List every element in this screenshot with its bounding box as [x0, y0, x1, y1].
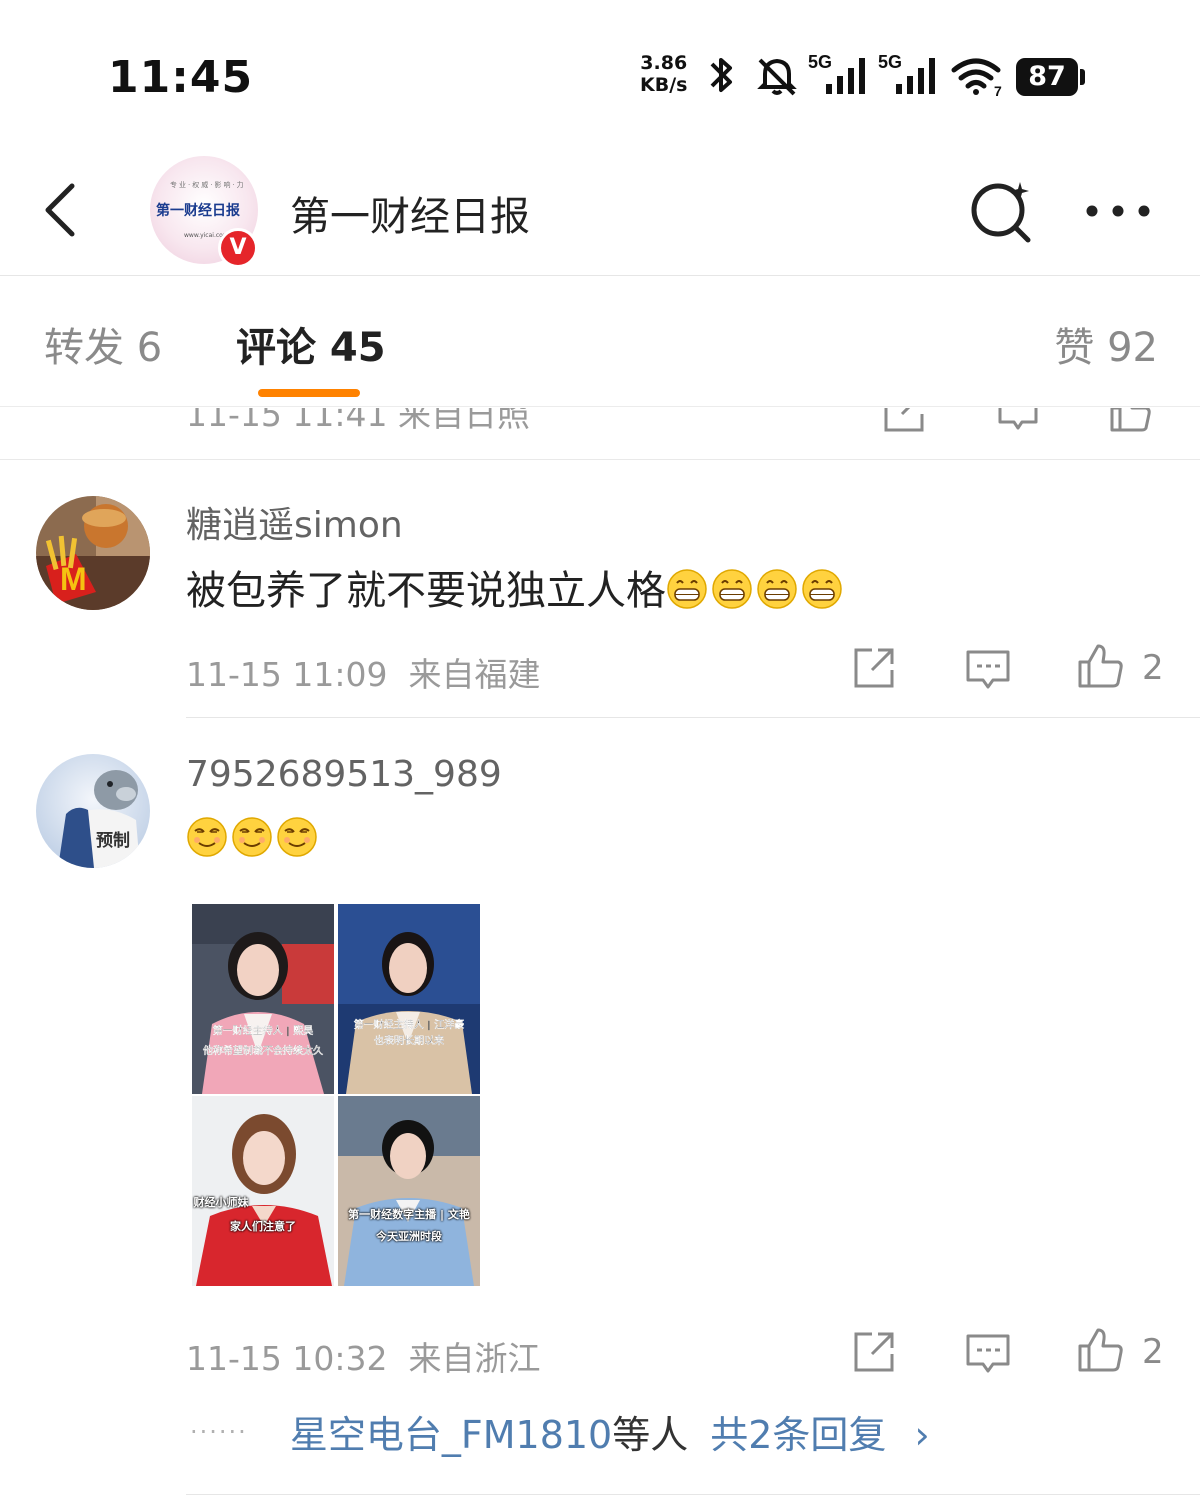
- image-caption-sub: 今天亚洲时段: [376, 1230, 442, 1243]
- image-caption-title: 第一财经主持人 | 江洋豪: [353, 1020, 465, 1031]
- comment-icon[interactable]: [964, 644, 1012, 692]
- share-icon[interactable]: [882, 408, 926, 434]
- status-bar: 11:45 3.86 KB/s 5G 5G 7 87: [0, 0, 1200, 140]
- wifi-sub-label: 7: [994, 83, 1002, 99]
- image-caption-sub: 也表明长期以来: [374, 1036, 444, 1047]
- comment-meta: 11-15 10:32 来自浙江: [186, 1332, 540, 1380]
- image-cell: 财经小师妹 家人们注意了: [192, 1096, 334, 1286]
- comment-text: 被包养了就不要说独立人格: [186, 558, 846, 616]
- battery-tip: [1080, 69, 1085, 85]
- chevron-right-icon[interactable]: ›: [915, 1413, 930, 1457]
- smirk-emoji-icon: [187, 817, 227, 857]
- grin-emoji-icon: [757, 569, 797, 609]
- image-cell: 第一财经主持人 | 江洋豪 也表明长期以来: [338, 904, 480, 1094]
- more-icon[interactable]: [1082, 196, 1154, 226]
- battery-icon: 87: [1016, 58, 1078, 96]
- comment-time: 11-15 11:09: [186, 655, 388, 694]
- signal-icon: 5G: [878, 52, 935, 94]
- wifi-icon: 7: [951, 58, 1002, 99]
- share-icon[interactable]: [850, 644, 898, 692]
- like-count: 2: [1142, 648, 1164, 688]
- comment-meta: 11-15 11:41 来自日照: [186, 408, 530, 434]
- like-count: 2: [1142, 1332, 1164, 1372]
- avatar-logo-text: 第一财经日报: [156, 203, 240, 219]
- like-icon[interactable]: [1108, 408, 1152, 434]
- signal-5g-label: 5G: [808, 52, 832, 72]
- grin-emoji-icon: [667, 569, 707, 609]
- tab-like[interactable]: 赞 92: [1054, 315, 1158, 373]
- comment-text: [186, 816, 321, 862]
- avatar-small-text: 专业·权威·影响·力: [170, 181, 246, 189]
- search-icon[interactable]: [966, 176, 1036, 246]
- smirk-emoji-icon: [277, 817, 317, 857]
- reply-dots: ······: [190, 1418, 248, 1446]
- network-speed-unit: KB/s: [640, 74, 688, 96]
- comment-divider: [186, 717, 1200, 718]
- like-icon[interactable]: [1076, 1326, 1124, 1374]
- back-button[interactable]: [34, 178, 90, 242]
- image-caption-sub: 家人们注意了: [230, 1220, 296, 1233]
- network-speed: 3.86 KB/s: [640, 52, 687, 96]
- commenter-name[interactable]: 7952689513_989: [186, 754, 502, 795]
- svg-text:M: M: [60, 561, 87, 597]
- comment-meta: 11-15 11:09 来自福建: [186, 648, 540, 696]
- verified-badge: V: [218, 228, 258, 268]
- tab-bar: 转发 6 评论 45 赞 92: [0, 277, 1200, 407]
- image-caption-title: 第一财经主持人 | 熙昊: [212, 1026, 314, 1037]
- mute-bell-icon: [757, 58, 797, 96]
- signal-5g-label: 5G: [878, 52, 902, 72]
- comment-divider: [186, 1494, 1200, 1495]
- comment-icon[interactable]: [964, 1328, 1012, 1376]
- comment-location: 来自福建: [408, 655, 541, 694]
- bluetooth-icon: [710, 58, 732, 92]
- grin-emoji-icon: [712, 569, 752, 609]
- image-caption-sub: 他称希望制裁不会持续太久: [203, 1046, 323, 1057]
- grin-emoji-icon: [802, 569, 842, 609]
- replies-summary[interactable]: ······ 星空电台_FM1810等人 共2条回复 ›: [190, 1404, 930, 1459]
- image-caption-title: 第一财经数字主播 | 文艳: [348, 1208, 470, 1221]
- commenter-name[interactable]: 糖逍遥simon: [186, 496, 403, 548]
- status-time: 11:45: [108, 52, 254, 103]
- like-icon[interactable]: [1076, 642, 1124, 690]
- comment-body: 被包养了就不要说独立人格: [186, 568, 666, 614]
- comment-location: 来自浙江: [408, 1339, 541, 1378]
- comment-time: 11-15 10:32: [186, 1339, 388, 1378]
- signal-icon: 5G: [808, 52, 865, 94]
- image-cell: 第一财经数字主播 | 文艳 今天亚洲时段: [338, 1096, 480, 1286]
- svg-text:预制: 预制: [96, 830, 130, 851]
- image-caption-title: 财经小师妹: [193, 1196, 249, 1209]
- comment-icon[interactable]: [996, 408, 1040, 434]
- clipped-comment-meta: 11-15 11:41 来自日照: [0, 408, 1200, 460]
- commenter-avatar[interactable]: 预制: [36, 754, 150, 868]
- tab-comment[interactable]: 评论 45: [236, 315, 386, 373]
- smirk-emoji-icon: [232, 817, 272, 857]
- reply-total-link[interactable]: 共2条回复: [710, 1413, 886, 1457]
- network-speed-value: 3.86: [640, 52, 688, 74]
- image-cell: 第一财经主持人 | 熙昊 他称希望制裁不会持续太久: [192, 904, 334, 1094]
- comment-image[interactable]: 第一财经主持人 | 熙昊 他称希望制裁不会持续太久 第一财经主持人 | 江洋豪 …: [190, 902, 480, 1288]
- reply-etc: 等人: [612, 1413, 689, 1457]
- reply-user-link[interactable]: 星空电台_FM1810: [290, 1413, 612, 1457]
- tab-repost[interactable]: 转发 6: [44, 315, 162, 373]
- active-tab-indicator: [258, 389, 360, 397]
- page-title[interactable]: 第一财经日报: [290, 184, 530, 242]
- commenter-avatar[interactable]: M: [36, 496, 150, 610]
- share-icon[interactable]: [850, 1328, 898, 1376]
